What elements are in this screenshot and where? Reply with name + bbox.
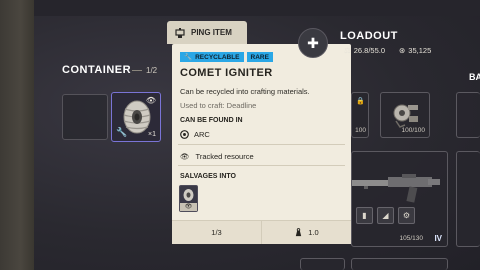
item-name: COMET IGNITER [180, 67, 273, 79]
weapon-tier: IV [434, 234, 442, 243]
weapon-mods: ▮ ◢ ⚙ [356, 207, 415, 224]
tag-recyclable-label: RECYCLABLE [195, 53, 240, 61]
container-count: 1/2 [146, 66, 158, 75]
weight-cell: 1.0 [261, 221, 351, 244]
tracked-resource-row[interactable]: 👁 Tracked resource [180, 152, 254, 161]
mod-slot-barrel[interactable]: ◢ [377, 207, 394, 224]
loadout-coins-value: 35,125 [408, 46, 432, 55]
weapon-durability: 105/130 [399, 235, 424, 242]
tracked-resource-label: Tracked resource [195, 152, 254, 161]
eye-icon: 👁 [180, 152, 190, 161]
salvages-into-heading: SALVAGES INTO [180, 173, 237, 180]
divider [178, 165, 345, 166]
tag-recyclable: 🔧 RECYCLABLE [180, 52, 244, 62]
item-tooltip-card: 🔧 RECYCLABLE RARE COMET IGNITER Can be r… [172, 44, 351, 244]
left-frame-edge [0, 0, 34, 270]
backpack-slot-2[interactable] [456, 151, 480, 247]
container-title: CONTAINER [62, 64, 132, 76]
loadout-weight-value: 26.8/55.0 [353, 46, 386, 55]
top-frame [0, 0, 480, 16]
salvage-item-slot[interactable]: 👁 [179, 185, 198, 212]
loadout-icon: ✚ [298, 28, 328, 58]
slot-durability: 100 [355, 127, 366, 134]
rifle-icon [352, 174, 440, 203]
found-in-source: ARC [194, 130, 210, 139]
container-slot-comet-igniter[interactable]: 👁 🔧 ×1 [111, 92, 161, 142]
coin-icon: ⊛ [399, 46, 406, 55]
ping-item-label: PING ITEM [191, 28, 232, 37]
loadout-slot-weapon[interactable]: ▮ ◢ ⚙ 105/130 IV [351, 151, 448, 247]
tag-rarity: RARE [246, 52, 273, 62]
item-tags: 🔧 RECYCLABLE RARE [180, 52, 273, 62]
loadout-slot-gadget[interactable]: 100/100 [380, 92, 430, 138]
arc-icon [180, 130, 189, 139]
slot-durability: 100/100 [401, 127, 426, 134]
tooltip-footer: 1/3 1.0 [172, 220, 351, 244]
mod-slot-ammo[interactable]: ▮ [356, 207, 373, 224]
loadout-weight: ⚖ 26.8/55.0 [344, 46, 385, 55]
container-slot-empty[interactable] [62, 94, 108, 140]
ping-icon [175, 27, 185, 38]
weight-icon [296, 228, 302, 237]
item-weight: 1.0 [308, 228, 319, 237]
item-quantity: ×1 [148, 131, 156, 138]
tracked-eye-icon: 👁 [145, 96, 156, 105]
loadout-coins: ⊛ 35,125 [399, 46, 431, 55]
eye-icon: 👁 [180, 203, 197, 211]
used-to-craft: Used to craft: Deadline [180, 101, 257, 110]
item-description: Can be recycled into crafting materials. [180, 87, 310, 96]
wrench-icon: 🔧 [184, 53, 193, 61]
backpack-section-title: BA [469, 72, 480, 82]
loadout-slot-bottom-left[interactable] [300, 258, 345, 270]
gadget-icon [393, 104, 418, 128]
mod-slot-gear[interactable]: ⚙ [398, 207, 415, 224]
wrench-icon: 🔧 [116, 127, 128, 137]
ping-item-button[interactable]: PING ITEM [167, 21, 247, 44]
found-in-row: ARC [180, 130, 210, 139]
backpack-slot-1[interactable] [456, 92, 480, 138]
loadout-slot-bottom-right[interactable] [351, 258, 448, 270]
lock-icon: 🔒 [356, 98, 365, 105]
stack-count: 1/3 [211, 228, 222, 237]
loadout-slot-partial[interactable]: 🔒 100 [351, 92, 369, 138]
stack-count-cell: 1/3 [172, 221, 261, 244]
found-in-heading: CAN BE FOUND IN [180, 117, 243, 124]
salvage-item-icon [183, 189, 194, 201]
loadout-title: LOADOUT [340, 30, 398, 42]
container-title-divider [132, 70, 142, 71]
weight-icon: ⚖ [344, 46, 351, 55]
divider [178, 144, 345, 145]
